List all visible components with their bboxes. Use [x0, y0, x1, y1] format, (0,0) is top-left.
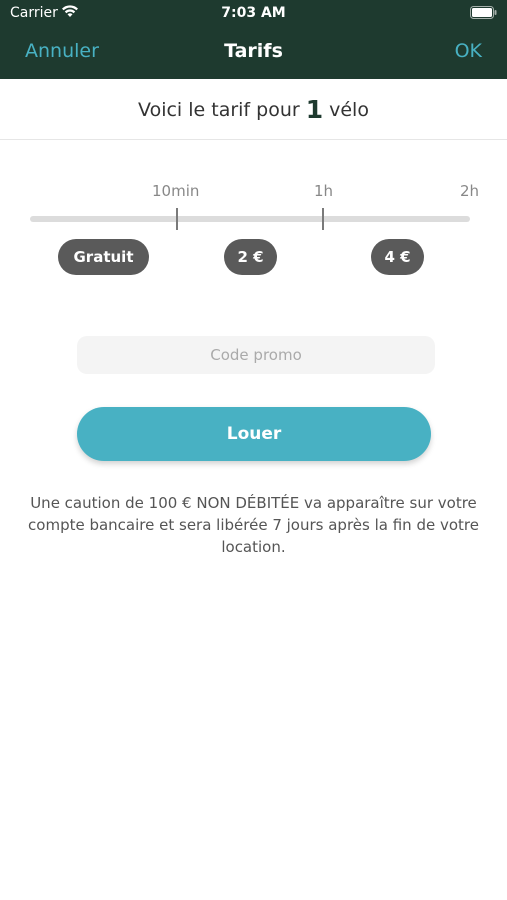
subtitle-prefix: Voici le tarif pour	[138, 98, 300, 121]
timeline-label-1h: 1h	[314, 182, 334, 200]
subtitle-suffix: vélo	[329, 98, 369, 121]
price-badge-4: 4 €	[371, 239, 424, 275]
page-title: Tarifs	[224, 40, 283, 62]
rate-subtitle: Voici le tarif pour 1 vélo	[0, 80, 507, 140]
price-badge-free: Gratuit	[58, 239, 149, 275]
battery-icon	[470, 6, 497, 19]
promo-code-input[interactable]	[77, 336, 435, 374]
clock: 7:03 AM	[221, 5, 286, 21]
timeline-tick-10min	[176, 208, 178, 230]
app-header: Carrier 7:03 AM Annuler Tarifs OK	[0, 0, 507, 79]
timeline-track	[30, 216, 470, 222]
bike-count: 1	[305, 95, 324, 124]
status-bar: Carrier 7:03 AM	[0, 0, 507, 28]
timeline-tick-1h	[322, 208, 324, 230]
rent-button[interactable]: Louer	[77, 407, 431, 461]
timeline-label-10min: 10min	[152, 182, 200, 200]
ok-button[interactable]: OK	[455, 40, 482, 62]
deposit-notice: Une caution de 100 € NON DÉBITÉE va appa…	[28, 494, 479, 556]
price-badge-2: 2 €	[224, 239, 277, 275]
timeline-label-2h: 2h	[460, 182, 480, 200]
nav-bar: Annuler Tarifs OK	[0, 34, 507, 70]
